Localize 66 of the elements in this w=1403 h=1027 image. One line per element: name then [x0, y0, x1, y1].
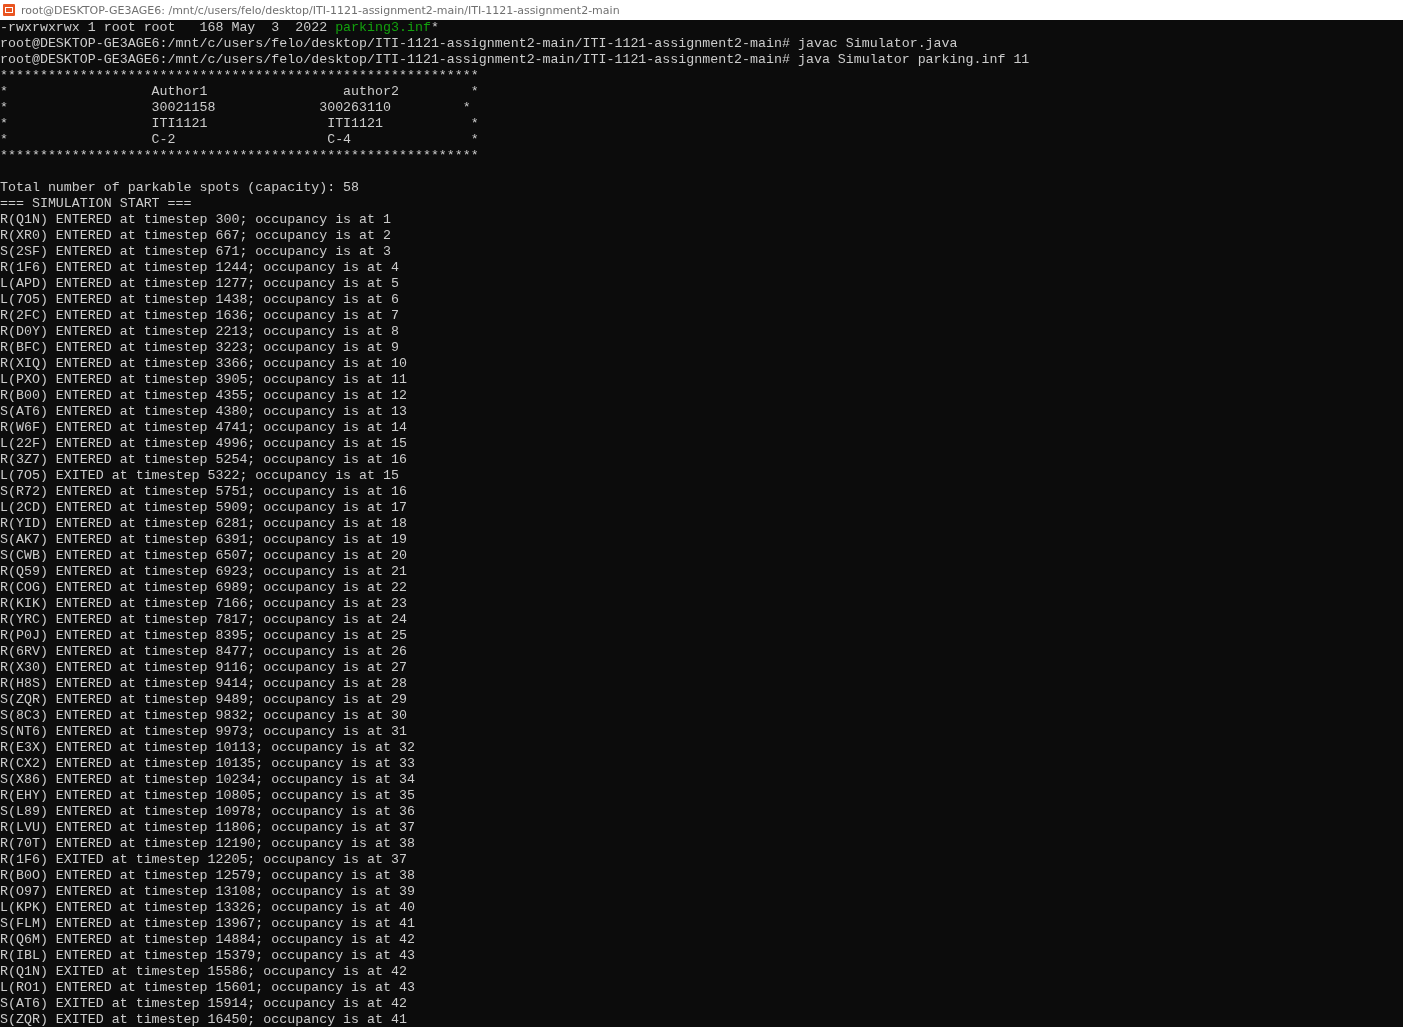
terminal-line: S(ZQR) ENTERED at timestep 9489; occupancy is at 29	[0, 692, 407, 708]
terminal-line: R(6RV) ENTERED at timestep 8477; occupancy is at 26	[0, 644, 407, 660]
terminal-line: S(AT6) EXITED at timestep 15914; occupancy is at 42	[0, 996, 407, 1012]
terminal-line: R(LVU) ENTERED at timestep 11806; occupancy is at 37	[0, 820, 415, 836]
terminal-line: R(COG) ENTERED at timestep 6989; occupancy is at 22	[0, 580, 407, 596]
terminal-line: R(XIQ) ENTERED at timestep 3366; occupancy is at 10	[0, 356, 407, 372]
terminal-line: R(W6F) ENTERED at timestep 4741; occupancy is at 14	[0, 420, 407, 436]
terminal-line: L(RO1) ENTERED at timestep 15601; occupancy is at 43	[0, 980, 415, 996]
terminal-line: S(CWB) ENTERED at timestep 6507; occupancy is at 20	[0, 548, 407, 564]
terminal-line: S(R72) ENTERED at timestep 5751; occupancy is at 16	[0, 484, 407, 500]
terminal-line: root@DESKTOP-GE3AGE6:/mnt/c/users/felo/desktop/ITI-1121-assignment2-main/ITI-1121-assignment2-main# java Simulator parking.inf 11	[0, 52, 1030, 68]
terminal-line: R(Q6M) ENTERED at timestep 14884; occupancy is at 42	[0, 932, 415, 948]
terminal-line: S(AK7) ENTERED at timestep 6391; occupancy is at 19	[0, 532, 407, 548]
terminal-line: R(Q59) ENTERED at timestep 6923; occupancy is at 21	[0, 564, 407, 580]
terminal-line: R(KIK) ENTERED at timestep 7166; occupancy is at 23	[0, 596, 407, 612]
terminal-line: L(7O5) ENTERED at timestep 1438; occupancy is at 6	[0, 292, 399, 308]
terminal-line: L(2CD) ENTERED at timestep 5909; occupancy is at 17	[0, 500, 407, 516]
file-name: parking3.inf	[335, 20, 431, 36]
terminal-line: * C-2 C-4 *	[0, 132, 479, 148]
terminal-line: S(NT6) ENTERED at timestep 9973; occupancy is at 31	[0, 724, 407, 740]
terminal-line: R(X30) ENTERED at timestep 9116; occupancy is at 27	[0, 660, 407, 676]
terminal-line: R(EHY) ENTERED at timestep 10805; occupancy is at 35	[0, 788, 415, 804]
terminal-line: L(KPK) ENTERED at timestep 13326; occupancy is at 40	[0, 900, 415, 916]
terminal-line: L(22F) ENTERED at timestep 4996; occupancy is at 15	[0, 436, 407, 452]
file-marker: *	[430, 20, 439, 36]
terminal-line: R(Q1N) EXITED at timestep 15586; occupancy is at 42	[0, 964, 407, 980]
terminal-line: R(P0J) ENTERED at timestep 8395; occupancy is at 25	[0, 628, 407, 644]
terminal-line: * 30021158 300263110 *	[0, 100, 471, 116]
terminal-line: R(D0Y) ENTERED at timestep 2213; occupancy is at 8	[0, 324, 399, 340]
terminal-line: S(ZQR) EXITED at timestep 16450; occupancy is at 41	[0, 1012, 407, 1027]
terminal-line: S(AT6) ENTERED at timestep 4380; occupancy is at 13	[0, 404, 407, 420]
terminal-line: R(XR0) ENTERED at timestep 667; occupancy is at 2	[0, 228, 391, 244]
terminal-line: R(CX2) ENTERED at timestep 10135; occupancy is at 33	[0, 756, 415, 772]
terminal-line: S(2SF) ENTERED at timestep 671; occupancy is at 3	[0, 244, 391, 260]
terminal-line: ************************************************************	[0, 148, 479, 164]
terminal-line: S(FLM) ENTERED at timestep 13967; occupancy is at 41	[0, 916, 415, 932]
terminal-line: L(APD) ENTERED at timestep 1277; occupancy is at 5	[0, 276, 399, 292]
terminal-line: L(PXO) ENTERED at timestep 3905; occupancy is at 11	[0, 372, 407, 388]
terminal-line: R(H8S) ENTERED at timestep 9414; occupancy is at 28	[0, 676, 407, 692]
terminal-line: R(1F6) EXITED at timestep 12205; occupancy is at 37	[0, 852, 407, 868]
terminal-line: root@DESKTOP-GE3AGE6:/mnt/c/users/felo/desktop/ITI-1121-assignment2-main/ITI-1121-assignment2-main# javac Simulator.java	[0, 36, 958, 52]
terminal-line: R(Q1N) ENTERED at timestep 300; occupancy is at 1	[0, 212, 391, 228]
terminal-line: S(L89) ENTERED at timestep 10978; occupancy is at 36	[0, 804, 415, 820]
terminal-line: R(E3X) ENTERED at timestep 10113; occupancy is at 32	[0, 740, 415, 756]
terminal-line: R(B00) ENTERED at timestep 4355; occupancy is at 12	[0, 388, 407, 404]
terminal-icon	[3, 4, 15, 16]
terminal-line: * ITI1121 ITI1121 *	[0, 116, 479, 132]
terminal-line: R(YID) ENTERED at timestep 6281; occupancy is at 18	[0, 516, 407, 532]
terminal-line: ************************************************************	[0, 68, 479, 84]
terminal-line: L(7O5) EXITED at timestep 5322; occupancy is at 15	[0, 468, 399, 484]
terminal-line: R(B0O) ENTERED at timestep 12579; occupancy is at 38	[0, 868, 415, 884]
terminal-line: R(IBL) ENTERED at timestep 15379; occupancy is at 43	[0, 948, 415, 964]
window-title: root@DESKTOP-GE3AGE6: /mnt/c/users/felo/desktop/ITI-1121-assignment2-main/ITI-1121-assignment2-main	[21, 3, 620, 17]
terminal-line: * Author1 author2 *	[0, 84, 479, 100]
terminal-line: R(3Z7) ENTERED at timestep 5254; occupancy is at 16	[0, 452, 407, 468]
terminal-line: S(8C3) ENTERED at timestep 9832; occupancy is at 30	[0, 708, 407, 724]
terminal-line: R(BFC) ENTERED at timestep 3223; occupancy is at 9	[0, 340, 399, 356]
terminal-line: R(2FC) ENTERED at timestep 1636; occupancy is at 7	[0, 308, 399, 324]
terminal-line: R(1F6) ENTERED at timestep 1244; occupancy is at 4	[0, 260, 399, 276]
terminal-line: S(X86) ENTERED at timestep 10234; occupancy is at 34	[0, 772, 415, 788]
terminal-line: R(O97) ENTERED at timestep 13108; occupancy is at 39	[0, 884, 415, 900]
terminal-line: -rwxrwxrwx 1 root root 168 May 3 2022	[0, 20, 329, 36]
terminal-line: === SIMULATION START ===	[0, 196, 192, 212]
terminal-line: Total number of parkable spots (capacity): 58	[0, 180, 360, 196]
terminal-line: R(YRC) ENTERED at timestep 7817; occupancy is at 24	[0, 612, 407, 628]
terminal-line: R(70T) ENTERED at timestep 12190; occupancy is at 38	[0, 836, 415, 852]
